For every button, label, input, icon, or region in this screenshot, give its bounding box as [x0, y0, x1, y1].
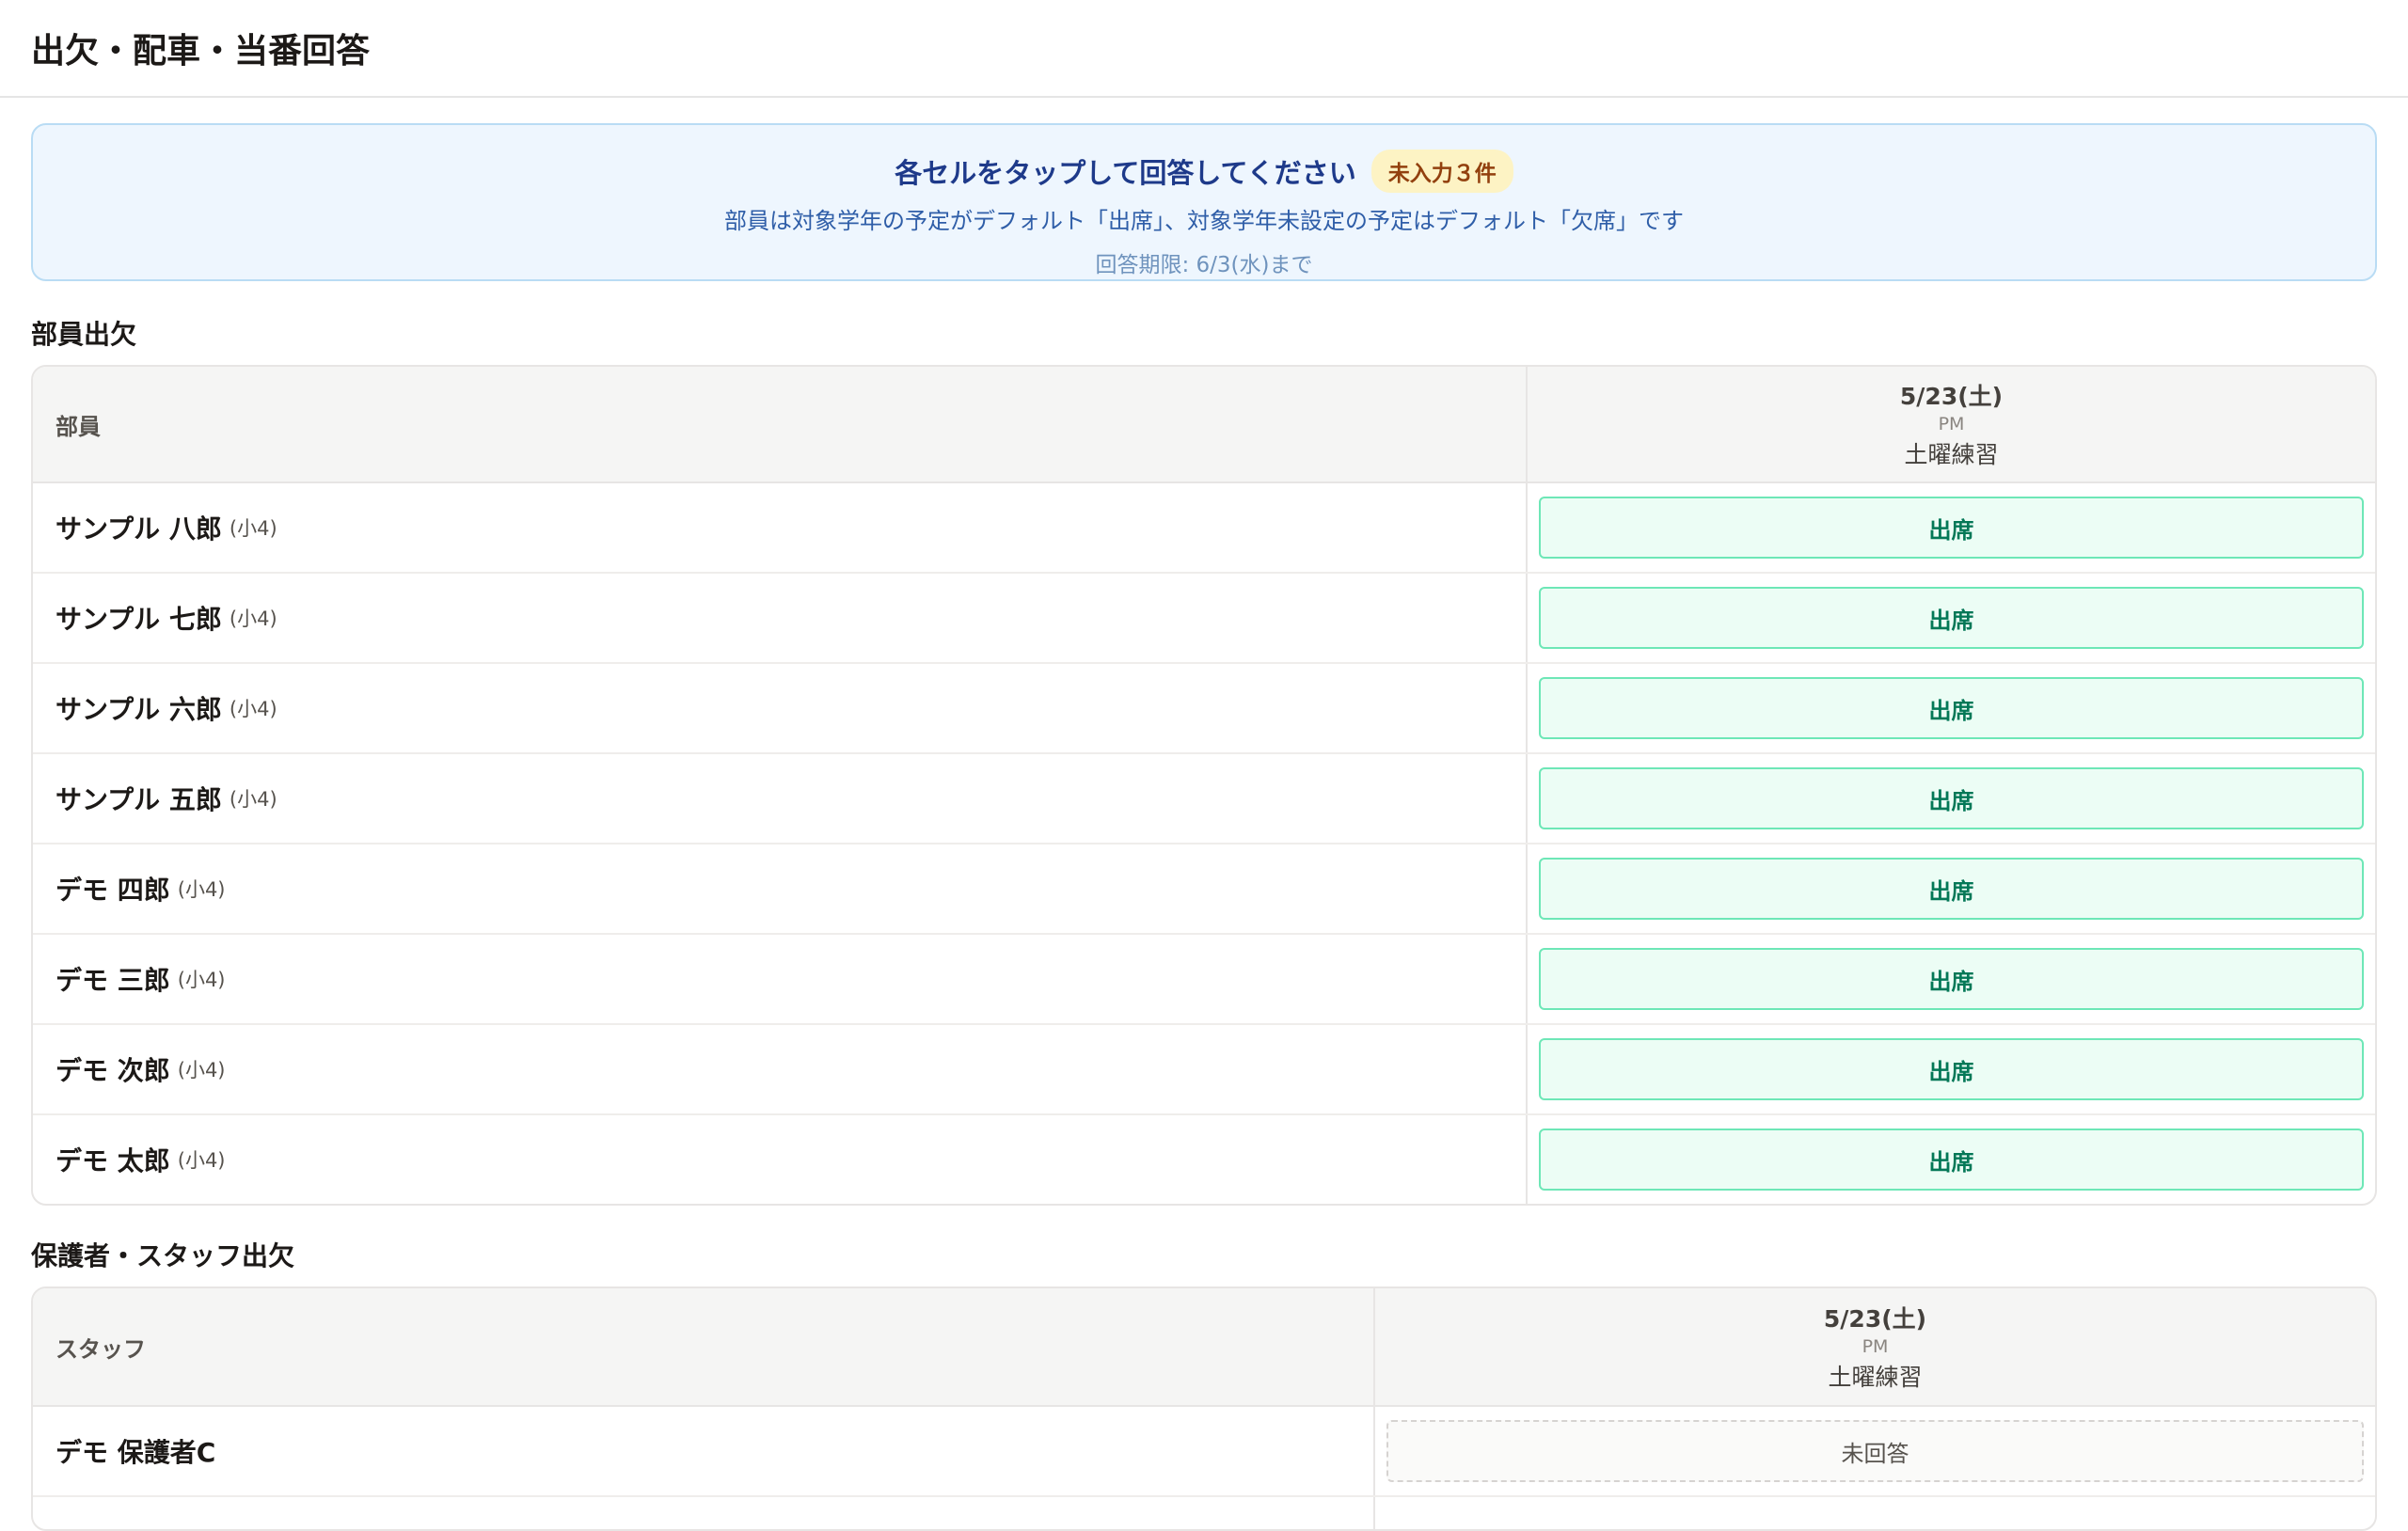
member-grade: (小4): [229, 698, 277, 720]
column-header-member: 部員: [55, 413, 101, 440]
table-row: サンプル 七郎 (小4) 出席: [33, 572, 2375, 662]
member-name: デモ 三郎: [55, 965, 170, 996]
member-name: サンプル 五郎: [55, 784, 222, 815]
attendance-cell: 出席: [1526, 1025, 2375, 1113]
member-name: サンプル 七郎: [55, 604, 222, 635]
members-attendance-table: 部員 5/23(土) PM 土曜練習 サンプル 八郎 (小4) 出席 サンプル 七…: [31, 365, 2377, 1206]
attendance-cell: 出席: [1526, 935, 2375, 1023]
attendance-cell: 出席: [1526, 664, 2375, 752]
member-grade: (小4): [177, 878, 226, 901]
attendance-cell: 出席: [1526, 754, 2375, 843]
attendance-cell: 未回答: [1373, 1407, 2375, 1495]
page-title: 出欠・配車・当番回答: [31, 32, 371, 71]
member-grade: (小4): [229, 788, 277, 811]
attendance-button[interactable]: 出席: [1539, 677, 2364, 739]
event-name: 土曜練習: [1828, 1364, 1923, 1391]
attendance-button[interactable]: 出席: [1539, 1129, 2364, 1191]
attendance-cell: 出席: [1526, 844, 2375, 933]
member-name-cell: サンプル 八郎 (小4): [33, 483, 1526, 572]
member-name-cell: サンプル 七郎 (小4): [33, 574, 1526, 662]
member-name: デモ 太郎: [55, 1145, 170, 1176]
attendance-cell: 出席: [1526, 483, 2375, 572]
attendance-button[interactable]: 出席: [1539, 948, 2364, 1010]
attendance-button[interactable]: 出席: [1539, 858, 2364, 920]
attendance-cell: 出席: [1526, 1115, 2375, 1204]
attendance-button[interactable]: 未回答: [1386, 1420, 2364, 1482]
member-name-cell: デモ 四郎 (小4): [33, 844, 1526, 933]
instruction-subtitle: 部員は対象学年の予定がデフォルト「出席」、対象学年未設定の予定はデフォルト「欠席…: [724, 208, 1684, 234]
staff-name: デモ 保護者C: [55, 1437, 216, 1468]
member-name-cell: デモ 太郎 (小4): [33, 1115, 1526, 1204]
table-row: デモ 三郎 (小4) 出席: [33, 933, 2375, 1023]
member-grade: (小4): [177, 969, 226, 991]
column-header-event: 5/23(土) PM 土曜練習: [1526, 367, 2375, 481]
event-name: 土曜練習: [1904, 441, 1999, 468]
table-row: サンプル 五郎 (小4) 出席: [33, 752, 2375, 843]
staff-attendance-table: スタッフ 5/23(土) PM 土曜練習 デモ 保護者C 未回答: [31, 1286, 2377, 1531]
instruction-title: 各セルをタップして回答してください: [895, 157, 1356, 189]
member-name: サンプル 八郎: [55, 513, 222, 545]
member-name: デモ 次郎: [55, 1055, 170, 1086]
attendance-button[interactable]: 出席: [1539, 587, 2364, 649]
event-date: 5/23(土): [1823, 1305, 1927, 1333]
unanswered-count-badge: 未入力３件: [1370, 150, 1513, 193]
member-grade: (小4): [229, 517, 277, 540]
attendance-cell: 出席: [1526, 574, 2375, 662]
table-row: デモ 太郎 (小4) 出席: [33, 1113, 2375, 1204]
table-body: デモ 保護者C 未回答: [33, 1407, 2375, 1529]
attendance-button[interactable]: 出席: [1539, 1038, 2364, 1100]
member-name-cell: サンプル 六郎 (小4): [33, 664, 1526, 752]
members-section-title: 部員出欠: [31, 319, 137, 350]
staff-name-cell: デモ 保護者C: [33, 1407, 1373, 1495]
attendance-button[interactable]: 出席: [1539, 767, 2364, 829]
member-grade: (小4): [177, 1059, 226, 1081]
instruction-banner: 各セルをタップして回答してください 未入力３件 部員は対象学年の予定がデフォルト…: [31, 123, 2377, 281]
attendance-cell: [1373, 1497, 2375, 1529]
table-body: サンプル 八郎 (小4) 出席 サンプル 七郎 (小4) 出席 サンプル 六郎 (小4…: [33, 483, 2375, 1204]
staff-name-cell: [33, 1497, 1373, 1529]
member-grade: (小4): [229, 608, 277, 630]
answer-deadline: 回答期限: 6/3(水)まで: [1095, 253, 1313, 277]
table-row: サンプル 八郎 (小4) 出席: [33, 483, 2375, 572]
column-header-event: 5/23(土) PM 土曜練習: [1373, 1288, 2375, 1405]
table-header: 部員 5/23(土) PM 土曜練習: [33, 367, 2375, 483]
attendance-button[interactable]: 出席: [1539, 497, 2364, 559]
event-period: PM: [1938, 414, 1965, 434]
staff-section-title: 保護者・スタッフ出欠: [31, 1240, 295, 1271]
table-row: [33, 1495, 2375, 1529]
table-row: サンプル 六郎 (小4) 出席: [33, 662, 2375, 752]
member-name: サンプル 六郎: [55, 694, 222, 725]
member-grade: (小4): [177, 1149, 226, 1172]
table-row: デモ 保護者C 未回答: [33, 1407, 2375, 1495]
member-name: デモ 四郎: [55, 875, 170, 906]
event-period: PM: [1861, 1336, 1889, 1357]
instruction-banner-header: 各セルをタップして回答してください 未入力３件: [33, 150, 2375, 193]
member-name-cell: デモ 次郎 (小4): [33, 1025, 1526, 1113]
member-name-cell: デモ 三郎 (小4): [33, 935, 1526, 1023]
event-date: 5/23(土): [1899, 383, 2004, 410]
member-name-cell: サンプル 五郎 (小4): [33, 754, 1526, 843]
column-header-staff: スタッフ: [55, 1335, 146, 1363]
top-bar: 出欠・配車・当番回答: [0, 0, 2408, 98]
table-header: スタッフ 5/23(土) PM 土曜練習: [33, 1288, 2375, 1407]
table-row: デモ 四郎 (小4) 出席: [33, 843, 2375, 933]
table-row: デモ 次郎 (小4) 出席: [33, 1023, 2375, 1113]
